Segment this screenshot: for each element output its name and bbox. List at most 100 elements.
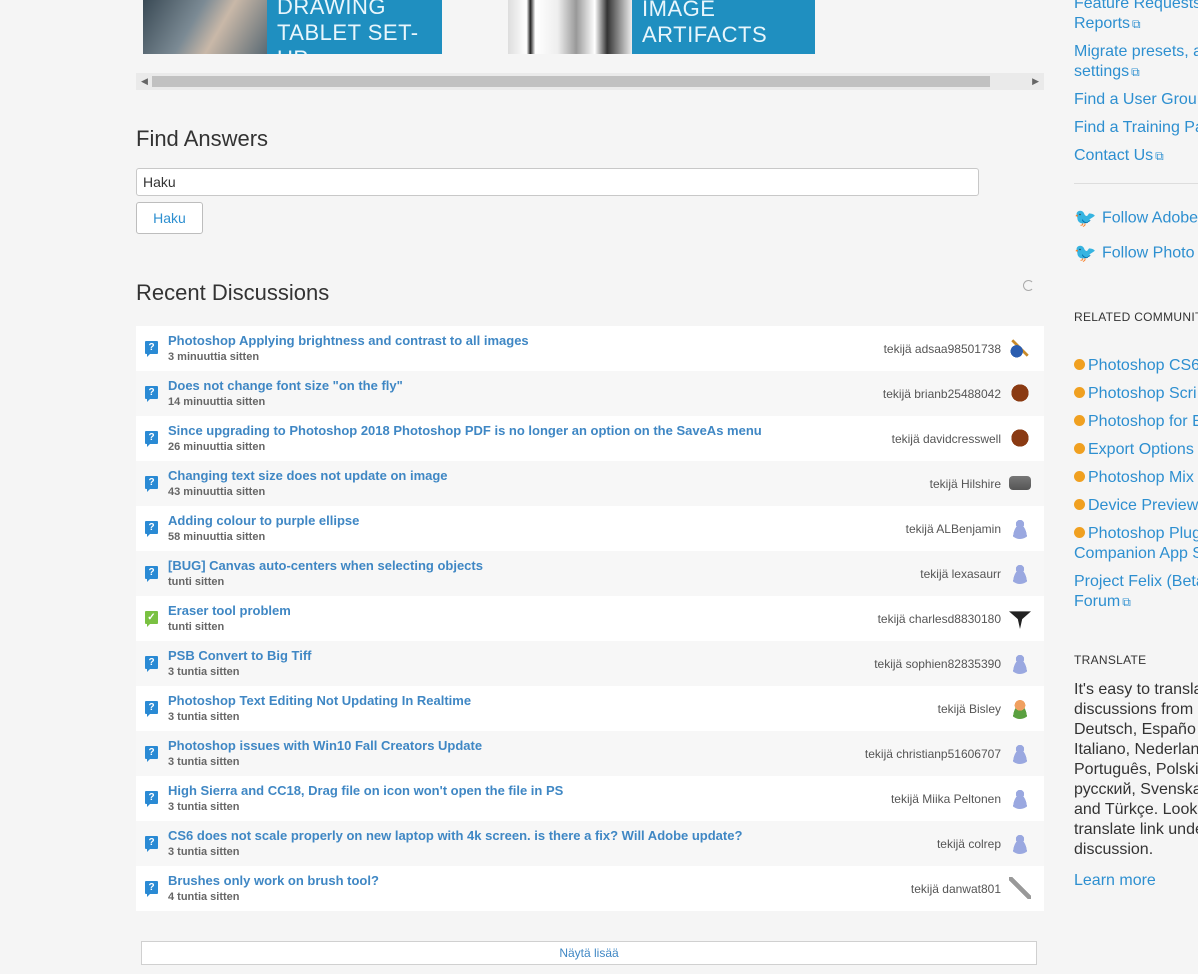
related-community-link[interactable]: Project Felix (Beta — [1074, 572, 1198, 592]
graduation-cap-avatar[interactable] — [1009, 611, 1031, 629]
person-avatar[interactable] — [1009, 652, 1031, 674]
discussion-author[interactable]: tekijä Miika Peltonen — [891, 792, 1001, 806]
discussion-author[interactable]: tekijä brianb25488042 — [883, 387, 1001, 401]
wrench-avatar[interactable] — [1009, 877, 1031, 899]
discussion-time: tunti sitten — [168, 621, 225, 633]
related-community-link[interactable]: Photoshop Mix — [1074, 468, 1194, 488]
question-icon: ? — [145, 791, 158, 807]
related-community-link[interactable]: Photoshop Plug — [1074, 524, 1198, 544]
person-avatar[interactable] — [1009, 517, 1031, 539]
carousel-card-drawing-tablet[interactable]: DRAWING TABLET SET-UP — [143, 0, 442, 54]
question-icon: ? — [145, 386, 158, 402]
discussion-author[interactable]: tekijä Bisley — [938, 702, 1001, 716]
discussion-author[interactable]: tekijä charlesd8830180 — [878, 612, 1001, 626]
translate-heading: TRANSLATE — [1074, 653, 1147, 667]
discussion-time: tunti sitten — [168, 576, 225, 588]
discussion-row[interactable]: ? [BUG] Canvas auto-centers when selectin… — [136, 551, 1044, 596]
discussion-title-link[interactable]: Adding colour to purple ellipse — [168, 513, 359, 528]
discussion-row[interactable]: ? Photoshop Applying brightness and contr… — [136, 326, 1044, 371]
discussion-title-link[interactable]: Photoshop Text Editing Not Updating In R… — [168, 693, 471, 708]
translate-description: It's easy to transla discussions from De… — [1074, 681, 1198, 858]
discussion-title-link[interactable]: Brushes only work on brush tool? — [168, 873, 379, 888]
question-icon: ? — [145, 431, 158, 447]
discussion-row[interactable]: ? Since upgrading to Photoshop 2018 Photo… — [136, 416, 1044, 461]
sidebar-link-migrate-presets[interactable]: Migrate presets, a — [1074, 42, 1198, 62]
question-icon: ? — [145, 701, 158, 717]
show-more-button[interactable]: Näytä lisää — [141, 941, 1037, 965]
person-avatar[interactable] — [1009, 742, 1031, 764]
twitter-bird-icon: 🐦 — [1074, 208, 1097, 228]
question-icon: ? — [145, 521, 158, 537]
discussion-title-link[interactable]: Photoshop issues with Win10 Fall Creator… — [168, 738, 482, 753]
head-avatar[interactable] — [1009, 697, 1031, 719]
scrollbar-thumb[interactable] — [152, 76, 990, 87]
discussion-row[interactable]: ? CS6 does not scale properly on new lapt… — [136, 821, 1044, 866]
scroll-right-icon[interactable]: ▶ — [1032, 76, 1039, 87]
sidebar-link-follow-photoshop[interactable]: 🐦 Follow Photo — [1074, 243, 1195, 264]
discussion-author[interactable]: tekijä sophien82835390 — [874, 657, 1001, 671]
discussion-author[interactable]: tekijä davidcresswell — [892, 432, 1001, 446]
discussion-author[interactable]: tekijä danwat801 — [911, 882, 1001, 896]
question-icon: ? — [145, 566, 158, 582]
sidebar-link-reports[interactable]: Reports ⧉ — [1074, 14, 1141, 34]
find-answers-heading: Find Answers — [136, 126, 269, 151]
person-avatar[interactable] — [1009, 787, 1031, 809]
discussion-author[interactable]: tekijä colrep — [937, 837, 1001, 851]
discussion-title-link[interactable]: PSB Convert to Big Tiff — [168, 648, 311, 663]
learn-more-link[interactable]: Learn more — [1074, 872, 1156, 890]
discussion-title-link[interactable]: Changing text size does not update on im… — [168, 468, 448, 483]
related-community-link[interactable]: Photoshop for E — [1074, 412, 1198, 432]
carousel-card-image-artifacts[interactable]: IMAGE ARTIFACTS — [508, 0, 815, 54]
camera-avatar[interactable] — [1009, 476, 1031, 490]
discussion-row[interactable]: ? Adding colour to purple ellipse 58 minuu… — [136, 506, 1044, 551]
discussion-row[interactable]: ? Photoshop Text Editing Not Updating In … — [136, 686, 1044, 731]
football-avatar[interactable] — [1009, 427, 1031, 449]
sidebar-link-settings[interactable]: settings ⧉ — [1074, 62, 1140, 82]
related-community-link[interactable]: Photoshop CS6 — [1074, 356, 1198, 376]
person-avatar[interactable] — [1009, 832, 1031, 854]
related-community-link[interactable]: Forum ⧉ — [1074, 592, 1131, 612]
community-badge-icon — [1074, 499, 1085, 511]
discussion-row[interactable]: ? Does not change font size "on the fly" 1… — [136, 371, 1044, 416]
question-icon: ? — [145, 836, 158, 852]
discussion-row[interactable]: ? Changing text size does not update on i… — [136, 461, 1044, 506]
discussion-title-link[interactable]: CS6 does not scale properly on new lapto… — [168, 828, 742, 843]
carousel-scrollbar[interactable]: ◀ ▶ — [136, 73, 1044, 90]
sidebar-link-follow-adobe[interactable]: 🐦 Follow Adobe — [1074, 208, 1198, 229]
twitter-bird-icon: 🐦 — [1074, 243, 1097, 263]
discussion-title-link[interactable]: Photoshop Applying brightness and contra… — [168, 333, 529, 348]
related-community-link[interactable]: Export Options — [1074, 440, 1194, 460]
scroll-left-icon[interactable]: ◀ — [141, 76, 148, 87]
sidebar-link-training[interactable]: Find a Training Pa — [1074, 118, 1198, 138]
guitar-avatar[interactable] — [1009, 337, 1031, 359]
discussion-title-link[interactable]: Since upgrading to Photoshop 2018 Photos… — [168, 423, 762, 438]
sidebar-divider — [1074, 183, 1198, 184]
discussion-title-link[interactable]: High Sierra and CC18, Drag file on icon … — [168, 783, 563, 798]
discussion-author[interactable]: tekijä christianp51606707 — [865, 747, 1001, 761]
discussion-row[interactable]: ? PSB Convert to Big Tiff 3 tuntia sitten t… — [136, 641, 1044, 686]
discussion-row[interactable]: ? Brushes only work on brush tool? 4 tunti… — [136, 866, 1044, 911]
discussion-author[interactable]: tekijä adsaa98501738 — [884, 342, 1001, 356]
football-avatar[interactable] — [1009, 382, 1031, 404]
related-community-link[interactable]: Companion App S — [1074, 544, 1198, 564]
person-avatar[interactable] — [1009, 562, 1031, 584]
search-button[interactable]: Haku — [136, 202, 203, 234]
discussion-author[interactable]: tekijä lexasaurr — [920, 567, 1001, 581]
carousel-card-title-line2: TABLET SET-UP — [277, 20, 419, 54]
discussion-row[interactable]: ? High Sierra and CC18, Drag file on icon… — [136, 776, 1044, 821]
related-community-link[interactable]: Photoshop Scri — [1074, 384, 1197, 404]
discussion-row[interactable]: ? Photoshop issues with Win10 Fall Creato… — [136, 731, 1044, 776]
discussion-row[interactable]: ✓ Eraser tool problem tunti sitten tekijä c… — [136, 596, 1044, 641]
carousel-card-title-line1: DRAWING — [277, 0, 387, 19]
sidebar-link-contact-us[interactable]: Contact Us ⧉ — [1074, 146, 1164, 166]
featured-carousel: DRAWING TABLET SET-UP IMAGE ARTIFACTS ◀ … — [136, 0, 1044, 90]
discussion-author[interactable]: tekijä Hilshire — [930, 477, 1001, 491]
discussion-author[interactable]: tekijä ALBenjamin — [906, 522, 1001, 536]
discussion-title-link[interactable]: [BUG] Canvas auto-centers when selecting… — [168, 558, 483, 573]
sidebar-link-feature-requests[interactable]: Feature Requests — [1074, 0, 1198, 14]
search-input[interactable] — [136, 168, 979, 196]
related-community-link[interactable]: Device Preview — [1074, 496, 1198, 516]
sidebar-link-user-group[interactable]: Find a User Grou — [1074, 90, 1197, 110]
discussion-title-link[interactable]: Does not change font size "on the fly" — [168, 378, 403, 393]
discussion-title-link[interactable]: Eraser tool problem — [168, 603, 291, 618]
